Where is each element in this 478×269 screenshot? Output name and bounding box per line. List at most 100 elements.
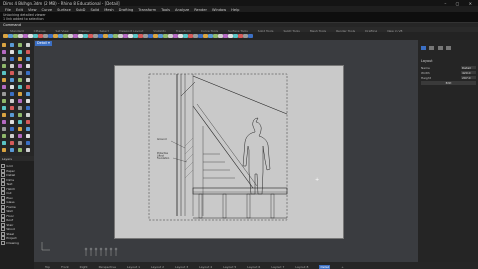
display-icon[interactable] [437, 46, 443, 50]
layout-tab[interactable]: Layout 8 [295, 265, 308, 269]
left-tool-icon[interactable] [2, 148, 6, 152]
toolbar-tool-icon[interactable] [148, 33, 153, 38]
toolbar-tool-icon[interactable] [163, 33, 168, 38]
left-tool-icon[interactable] [10, 85, 14, 89]
toolbar-tool-icon[interactable] [33, 33, 38, 38]
toolbar-tool-icon[interactable] [228, 33, 233, 38]
layout-tab[interactable]: Perspective [99, 265, 116, 269]
toolbar-tool-icon[interactable] [233, 33, 238, 38]
help-icon[interactable] [445, 46, 451, 50]
prop-value-name[interactable]: Detail [461, 65, 476, 70]
toolbar-tool-icon[interactable] [103, 33, 108, 38]
layout-tab[interactable]: + [341, 265, 344, 269]
layer-row[interactable]: Drawing [1, 240, 19, 245]
toolbar-tool-icon[interactable] [143, 33, 148, 38]
toolbar-tool-icon[interactable] [218, 33, 223, 38]
toolbar-tool-icon[interactable] [158, 33, 163, 38]
prop-value-width[interactable]: 420.0 mm [461, 70, 476, 79]
layout-tab[interactable]: Layout 4 [199, 265, 212, 269]
properties-icon[interactable] [421, 46, 426, 50]
left-tool-icon[interactable] [26, 85, 30, 89]
left-tool-icon[interactable] [10, 141, 14, 145]
left-tool-icon[interactable] [18, 78, 22, 82]
toolbar-tool-icon[interactable] [48, 33, 53, 38]
toolbar-tool-icon[interactable] [223, 33, 228, 38]
left-tool-icon[interactable] [18, 141, 22, 145]
left-tool-icon[interactable] [10, 120, 14, 124]
toolbar-tool-icon[interactable] [38, 33, 43, 38]
left-tool-icon[interactable] [18, 148, 22, 152]
edit-button[interactable]: Edit [421, 81, 476, 85]
left-tool-icon[interactable] [26, 134, 30, 138]
toolbar-tool-icon[interactable] [73, 33, 78, 38]
toolbar-tool-icon[interactable] [168, 33, 173, 38]
toolbar-tool-icon[interactable] [203, 33, 208, 38]
left-tool-icon[interactable] [2, 92, 6, 96]
layout-paper[interactable]: Ground Protective Liftout Foundation [114, 65, 344, 239]
left-tool-icon[interactable] [10, 92, 14, 96]
toolbar-tool-icon[interactable] [173, 33, 178, 38]
left-tool-icon[interactable] [26, 92, 30, 96]
left-tool-icon[interactable] [18, 92, 22, 96]
layout-tab[interactable]: Layout 3 [175, 265, 188, 269]
toolbar-tool-icon[interactable] [243, 33, 248, 38]
toolbar-tool-icon[interactable] [198, 33, 203, 38]
toolbar-tool-icon[interactable] [153, 33, 158, 38]
left-tool-icon[interactable] [18, 113, 22, 117]
left-tool-icon[interactable] [26, 120, 30, 124]
left-tool-icon[interactable] [10, 78, 14, 82]
left-tool-icon[interactable] [2, 134, 6, 138]
left-tool-icon[interactable] [10, 43, 14, 47]
layout-tab[interactable]: Right [80, 265, 88, 269]
left-tool-icon[interactable] [2, 141, 6, 145]
left-tool-icon[interactable] [10, 127, 14, 131]
left-tool-icon[interactable] [10, 99, 14, 103]
left-tool-icon[interactable] [26, 106, 30, 110]
layout-tab[interactable]: Front [61, 265, 69, 269]
left-tool-icon[interactable] [18, 85, 22, 89]
left-tool-icon[interactable] [26, 71, 30, 75]
left-tool-icon[interactable] [26, 99, 30, 103]
left-tool-icon[interactable] [2, 43, 6, 47]
toolbar-tool-icon[interactable] [108, 33, 113, 38]
left-tool-icon[interactable] [26, 141, 30, 145]
left-tool-icon[interactable] [2, 64, 6, 68]
left-tool-icon[interactable] [10, 113, 14, 117]
toolbar-tool-icon[interactable] [68, 33, 73, 38]
left-tool-icon[interactable] [10, 64, 14, 68]
left-tool-icon[interactable] [2, 127, 6, 131]
left-tool-icon[interactable] [2, 120, 6, 124]
left-tool-icon[interactable] [10, 50, 14, 54]
left-tool-icon[interactable] [26, 78, 30, 82]
left-tool-icon[interactable] [18, 57, 22, 61]
toolbar-tool-icon[interactable] [53, 33, 58, 38]
toolbar-tool-icon[interactable] [183, 33, 188, 38]
toolbar-tool-icon[interactable] [123, 33, 128, 38]
left-tool-icon[interactable] [26, 64, 30, 68]
left-tool-icon[interactable] [2, 85, 6, 89]
left-tool-icon[interactable] [18, 50, 22, 54]
left-tool-icon[interactable] [18, 127, 22, 131]
left-tool-icon[interactable] [2, 71, 6, 75]
layout-tab[interactable]: Layout 2 [151, 265, 164, 269]
toolbar-tool-icon[interactable] [18, 33, 23, 38]
left-tool-icon[interactable] [2, 78, 6, 82]
toolbar-tool-icon[interactable] [63, 33, 68, 38]
layout-tab[interactable]: Layout 6 [247, 265, 260, 269]
toolbar-tool-icon[interactable] [118, 33, 123, 38]
left-tool-icon[interactable] [2, 113, 6, 117]
left-tool-icon[interactable] [10, 134, 14, 138]
viewport-label[interactable]: Detail ▾ [35, 41, 52, 46]
toolbar-tool-icon[interactable] [188, 33, 193, 38]
layout-tab[interactable]: Detail [319, 264, 331, 269]
toolbar-tool-icon[interactable] [58, 33, 63, 38]
left-tool-icon[interactable] [18, 134, 22, 138]
toolbar-tool-icon[interactable] [13, 33, 18, 38]
toolbar-tool-icon[interactable] [248, 33, 253, 38]
left-tool-icon[interactable] [10, 148, 14, 152]
left-tool-icon[interactable] [26, 127, 30, 131]
toolbar-tool-icon[interactable] [208, 33, 213, 38]
left-tool-icon[interactable] [10, 57, 14, 61]
toolbar-tool-icon[interactable] [98, 33, 103, 38]
left-tool-icon[interactable] [2, 57, 6, 61]
